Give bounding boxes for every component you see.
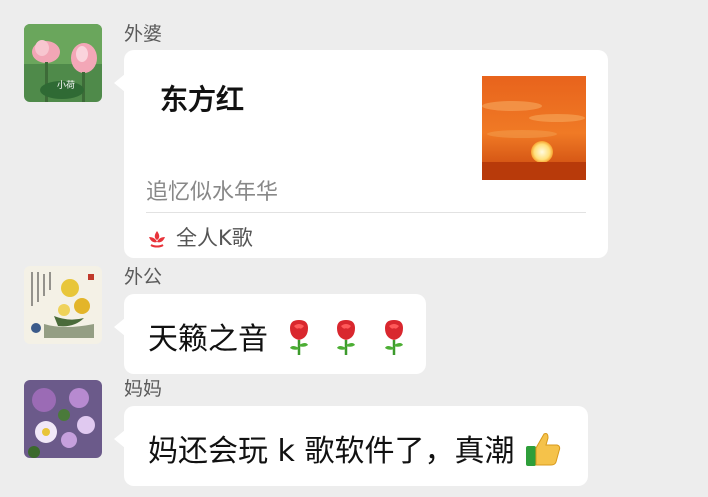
music-share-card[interactable]: 东方红 追忆似水年华 全人K歌 [114,50,608,258]
card-divider [146,212,586,213]
svg-text:小荷: 小荷 [57,80,75,91]
message-bubble[interactable]: 妈还会玩 k 歌软件了，真潮 [114,406,588,486]
avatar-lotus[interactable]: 小荷 [24,24,102,102]
source-app-name: 全人K歌 [176,226,253,250]
chat-background [0,0,708,10]
sunset-image [482,76,586,180]
thumbs-up-icon [524,430,562,476]
rose-icon [379,318,409,364]
rose-icon [284,318,314,364]
avatar-chrysanthemum[interactable] [24,266,102,344]
avatar-flowers[interactable] [24,380,102,458]
message-text: 妈还会玩 k 歌软件了，真潮 [148,434,515,469]
song-description: 追忆似水年华 [146,180,279,205]
message-bubble[interactable]: 天籁之音 [114,294,426,374]
song-title: 东方红 [160,83,245,116]
rose-icon [331,318,361,364]
sender-name: 妈妈 [124,378,163,400]
sender-name: 外婆 [124,23,163,45]
kge-logo-icon [146,228,168,250]
sender-name: 外公 [124,266,163,288]
message-text: 天籁之音 [148,322,268,357]
